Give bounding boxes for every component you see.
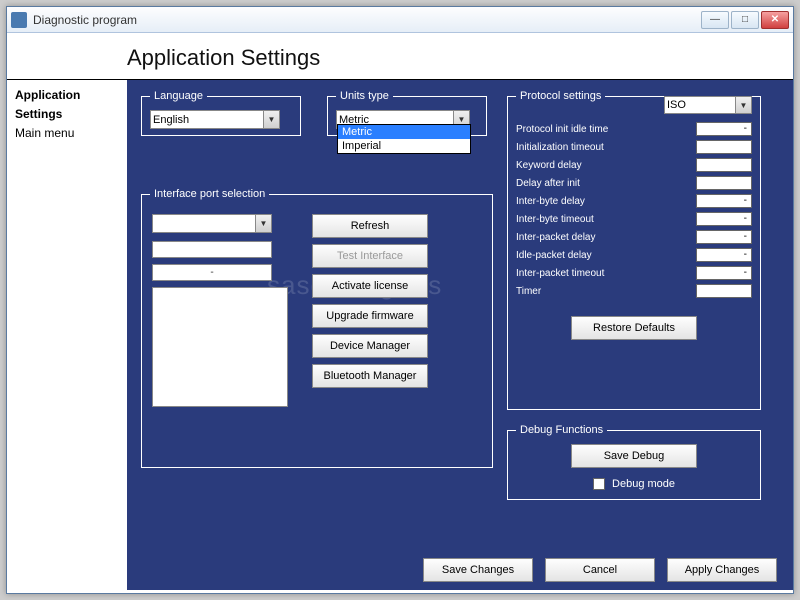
- units-legend: Units type: [336, 90, 393, 102]
- interface-group: Interface port selection ▼ Refresh Test …: [141, 188, 493, 468]
- proto-label: Inter-packet delay: [516, 232, 696, 243]
- settings-panel: sasomange.rs Language English ▼ Units ty…: [127, 80, 793, 590]
- language-legend: Language: [150, 90, 207, 102]
- protocol-group: Protocol settings ISO ▼ Protocol init id…: [507, 90, 761, 410]
- proto-label: Inter-byte timeout: [516, 214, 696, 225]
- port-listbox[interactable]: [152, 287, 288, 407]
- test-interface-button[interactable]: Test Interface: [312, 244, 428, 268]
- proto-label: Timer: [516, 286, 696, 297]
- refresh-button[interactable]: Refresh: [312, 214, 428, 238]
- close-button[interactable]: ✕: [761, 11, 789, 29]
- language-select[interactable]: English ▼: [150, 110, 280, 129]
- proto-label: Idle-packet delay: [516, 250, 696, 261]
- debug-mode-label: Debug mode: [612, 478, 675, 490]
- main-window: Diagnostic program — □ ✕ Application Set…: [6, 6, 794, 594]
- proto-label: Delay after init: [516, 178, 696, 189]
- app-icon: [11, 12, 27, 28]
- proto-input[interactable]: -: [696, 194, 752, 208]
- window-title: Diagnostic program: [33, 13, 699, 27]
- proto-label: Inter-byte delay: [516, 196, 696, 207]
- device-manager-button[interactable]: Device Manager: [312, 334, 428, 358]
- page-title: Application Settings: [7, 33, 793, 80]
- proto-label: Keyword delay: [516, 160, 696, 171]
- sidebar-item-app-settings[interactable]: Application Settings: [15, 86, 119, 124]
- proto-input[interactable]: -: [696, 212, 752, 226]
- interface-legend: Interface port selection: [150, 188, 269, 200]
- protocol-legend: Protocol settings: [516, 90, 605, 102]
- units-option-imperial[interactable]: Imperial: [338, 139, 470, 153]
- chevron-down-icon: ▼: [255, 215, 271, 232]
- debug-mode-checkbox[interactable]: [593, 478, 605, 490]
- chevron-down-icon: ▼: [263, 111, 279, 128]
- upgrade-firmware-button[interactable]: Upgrade firmware: [312, 304, 428, 328]
- units-dropdown-list: Metric Imperial: [337, 124, 471, 154]
- proto-label: Protocol init idle time: [516, 124, 696, 135]
- activate-license-button[interactable]: Activate license: [312, 274, 428, 298]
- iface-field-3[interactable]: [152, 264, 272, 281]
- language-group: Language English ▼: [141, 90, 301, 136]
- proto-input[interactable]: -: [696, 122, 752, 136]
- proto-input[interactable]: [696, 158, 752, 172]
- units-option-metric[interactable]: Metric: [338, 125, 470, 139]
- proto-input[interactable]: [696, 140, 752, 154]
- minimize-button[interactable]: —: [701, 11, 729, 29]
- sidebar: Application Settings Main menu: [7, 80, 127, 590]
- apply-changes-button[interactable]: Apply Changes: [667, 558, 777, 582]
- proto-input[interactable]: [696, 284, 752, 298]
- debug-group: Debug Functions Save Debug Debug mode: [507, 424, 761, 500]
- iface-field-2[interactable]: [152, 241, 272, 258]
- titlebar: Diagnostic program — □ ✕: [7, 7, 793, 33]
- protocol-select[interactable]: ISO ▼: [664, 96, 752, 114]
- proto-input[interactable]: -: [696, 248, 752, 262]
- debug-legend: Debug Functions: [516, 424, 607, 436]
- footer-buttons: Save Changes Cancel Apply Changes: [423, 558, 777, 582]
- proto-input[interactable]: -: [696, 266, 752, 280]
- proto-input[interactable]: [696, 176, 752, 190]
- save-changes-button[interactable]: Save Changes: [423, 558, 533, 582]
- cancel-button[interactable]: Cancel: [545, 558, 655, 582]
- port-select[interactable]: ▼: [152, 214, 272, 233]
- proto-label: Initialization timeout: [516, 142, 696, 153]
- proto-label: Inter-packet timeout: [516, 268, 696, 279]
- save-debug-button[interactable]: Save Debug: [571, 444, 697, 468]
- restore-defaults-button[interactable]: Restore Defaults: [571, 316, 697, 340]
- maximize-button[interactable]: □: [731, 11, 759, 29]
- chevron-down-icon: ▼: [735, 97, 751, 113]
- proto-input[interactable]: -: [696, 230, 752, 244]
- bluetooth-manager-button[interactable]: Bluetooth Manager: [312, 364, 428, 388]
- sidebar-item-main-menu[interactable]: Main menu: [15, 124, 119, 143]
